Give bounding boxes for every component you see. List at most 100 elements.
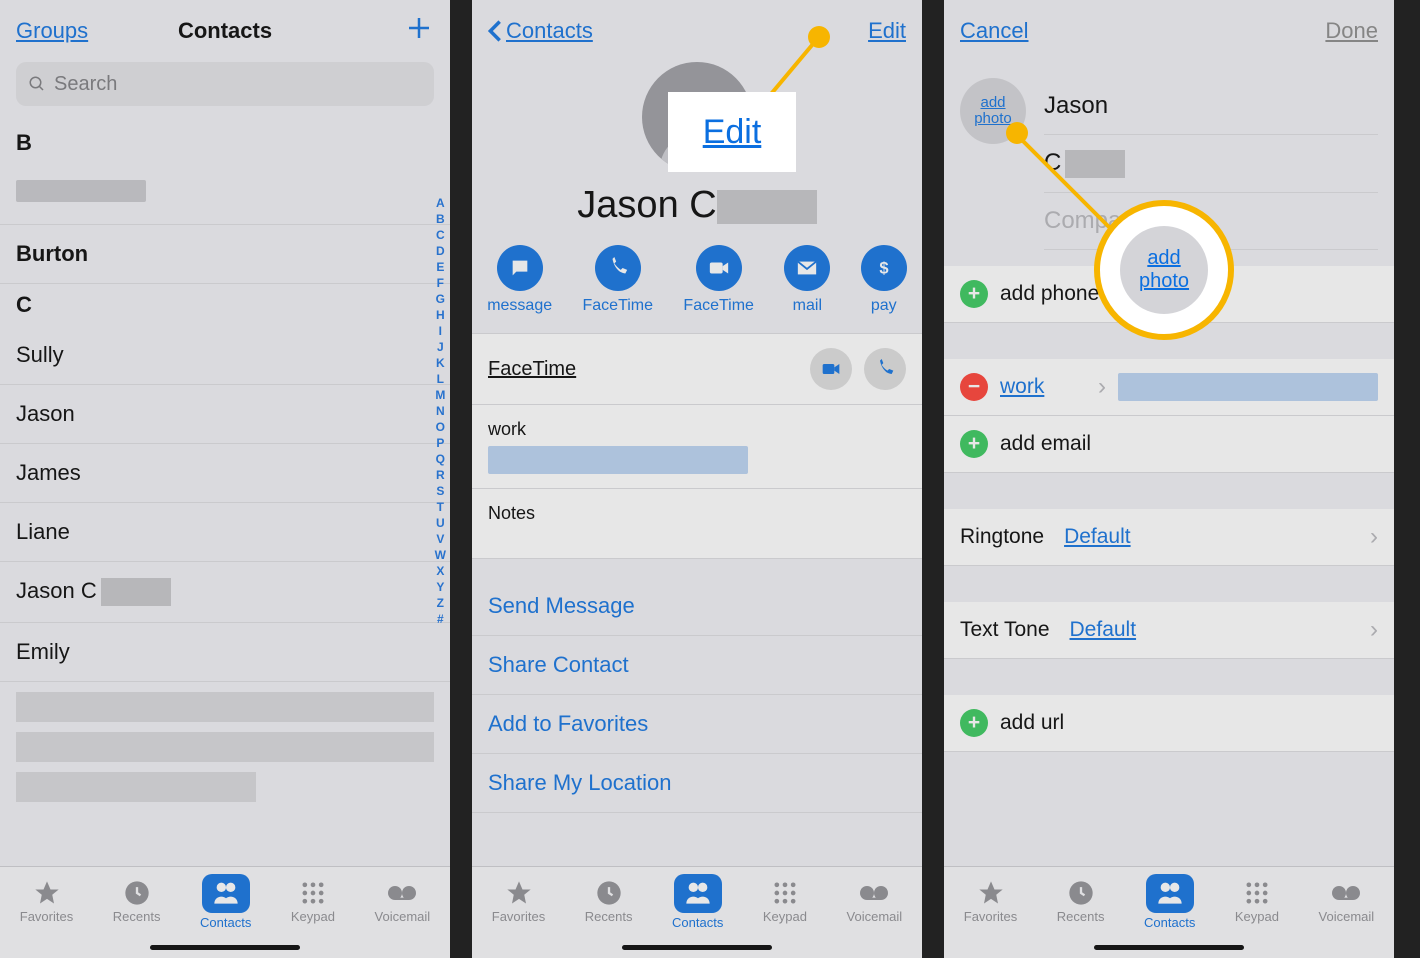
tab-voicemail[interactable]: Voicemail — [1319, 879, 1375, 924]
section-header-b: B — [0, 122, 450, 164]
plus-icon: + — [960, 709, 988, 737]
dollar-icon: $ — [873, 257, 895, 279]
tab-keypad[interactable]: Keypad — [1235, 879, 1279, 924]
header: Cancel Done — [944, 0, 1394, 62]
cancel-button[interactable]: Cancel — [960, 18, 1028, 43]
contacts-icon — [684, 878, 712, 906]
tab-contacts[interactable]: Contacts — [672, 874, 723, 930]
contact-row[interactable]: James — [0, 444, 450, 503]
contact-row-redacted[interactable] — [16, 772, 256, 802]
share-contact-link[interactable]: Share Contact — [472, 636, 922, 695]
contact-row[interactable]: Jason C — [0, 562, 450, 623]
svg-text:$: $ — [879, 260, 888, 278]
ringtone-row[interactable]: Ringtone Default › — [944, 509, 1394, 566]
edit-contact-screen: Cancel Done addphoto Jason C Company + a… — [944, 0, 1394, 958]
facetime-audio-action[interactable]: FaceTime — [583, 245, 654, 315]
send-message-link[interactable]: Send Message — [472, 577, 922, 636]
tab-keypad[interactable]: Keypad — [291, 879, 335, 924]
edit-callout: Edit — [672, 96, 792, 168]
tab-recents[interactable]: Recents — [113, 879, 161, 924]
contact-row[interactable]: Sully — [0, 326, 450, 385]
add-contact-button[interactable] — [344, 13, 434, 49]
contacts-icon — [212, 878, 240, 906]
header: Groups Contacts — [0, 0, 450, 62]
search-input[interactable]: Search — [16, 62, 434, 106]
contacts-icon — [1156, 878, 1184, 906]
star-icon — [977, 879, 1005, 907]
chevron-right-icon: › — [1098, 373, 1106, 401]
plus-icon: + — [960, 280, 988, 308]
texttone-row[interactable]: Text Tone Default › — [944, 602, 1394, 659]
contact-row[interactable]: Jason — [0, 385, 450, 444]
contact-row-redacted[interactable] — [16, 692, 434, 722]
contact-row-redacted[interactable] — [16, 732, 434, 762]
keypad-icon — [1243, 879, 1271, 907]
home-indicator — [150, 945, 300, 950]
tab-recents[interactable]: Recents — [585, 879, 633, 924]
chevron-right-icon: › — [1370, 616, 1378, 644]
tab-keypad[interactable]: Keypad — [763, 879, 807, 924]
header: Contacts Edit — [472, 0, 922, 62]
add-photo-callout: add photo — [1094, 200, 1234, 340]
plus-icon: + — [960, 430, 988, 458]
message-icon — [509, 257, 531, 279]
minus-icon: − — [960, 373, 988, 401]
voicemail-icon — [388, 879, 416, 907]
tab-voicemail[interactable]: Voicemail — [847, 879, 903, 924]
video-icon — [708, 257, 730, 279]
edit-button[interactable]: Edit — [868, 18, 906, 43]
chevron-left-icon — [488, 19, 502, 43]
first-name-field[interactable]: Jason — [1044, 78, 1378, 135]
clock-icon — [1067, 879, 1095, 907]
chevron-right-icon: › — [1370, 523, 1378, 551]
callout-anchor-dot — [808, 26, 830, 48]
work-field[interactable]: work — [472, 405, 922, 489]
work-email-row[interactable]: − work › — [944, 359, 1394, 416]
clock-icon — [123, 879, 151, 907]
tab-voicemail[interactable]: Voicemail — [375, 879, 431, 924]
contact-detail-screen: Contacts Edit Jason C message FaceTime F… — [472, 0, 922, 958]
contact-row-redacted[interactable] — [0, 164, 450, 225]
alpha-index[interactable]: ABCDEFGHIJKLMNOPQRSTUVWXYZ# — [435, 195, 446, 627]
contact-row-burton[interactable]: Burton — [0, 225, 450, 284]
message-action[interactable]: message — [487, 245, 552, 315]
tab-favorites[interactable]: Favorites — [20, 879, 73, 924]
facetime-row: FaceTime — [472, 333, 922, 405]
share-location-link[interactable]: Share My Location — [472, 754, 922, 813]
last-name-field[interactable]: C — [1044, 135, 1378, 193]
callout-anchor-dot — [1006, 122, 1028, 144]
tab-favorites[interactable]: Favorites — [492, 879, 545, 924]
action-row: message FaceTime FaceTime mail $pay — [472, 245, 922, 315]
facetime-video-action[interactable]: FaceTime — [683, 245, 754, 315]
contacts-list-screen: Groups Contacts Search B Burton C Sully … — [0, 0, 450, 958]
groups-link[interactable]: Groups — [16, 18, 88, 43]
mail-action[interactable]: mail — [784, 245, 830, 315]
add-url-row[interactable]: + add url — [944, 695, 1394, 752]
tab-recents[interactable]: Recents — [1057, 879, 1105, 924]
add-email-row[interactable]: + add email — [944, 416, 1394, 473]
redacted-value — [488, 446, 748, 474]
contact-row[interactable]: Liane — [0, 503, 450, 562]
notes-field[interactable]: Notes — [472, 489, 922, 559]
voicemail-icon — [860, 879, 888, 907]
tab-contacts[interactable]: Contacts — [200, 874, 251, 930]
section-header-c: C — [0, 284, 450, 326]
back-button[interactable]: Contacts — [488, 18, 593, 44]
mail-icon — [796, 257, 818, 279]
search-icon — [28, 75, 46, 93]
redacted-value — [1118, 373, 1378, 401]
facetime-audio-button[interactable] — [864, 348, 906, 390]
tab-favorites[interactable]: Favorites — [964, 879, 1017, 924]
page-title: Contacts — [178, 18, 272, 44]
pay-action[interactable]: $pay — [861, 245, 907, 315]
contact-name: Jason C — [472, 184, 922, 227]
facetime-video-button[interactable] — [810, 348, 852, 390]
add-to-favorites-link[interactable]: Add to Favorites — [472, 695, 922, 754]
contact-row[interactable]: Emily — [0, 623, 450, 682]
tab-contacts[interactable]: Contacts — [1144, 874, 1195, 930]
done-button[interactable]: Done — [1325, 18, 1378, 43]
phone-icon — [607, 257, 629, 279]
home-indicator — [1094, 945, 1244, 950]
voicemail-icon — [1332, 879, 1360, 907]
star-icon — [505, 879, 533, 907]
